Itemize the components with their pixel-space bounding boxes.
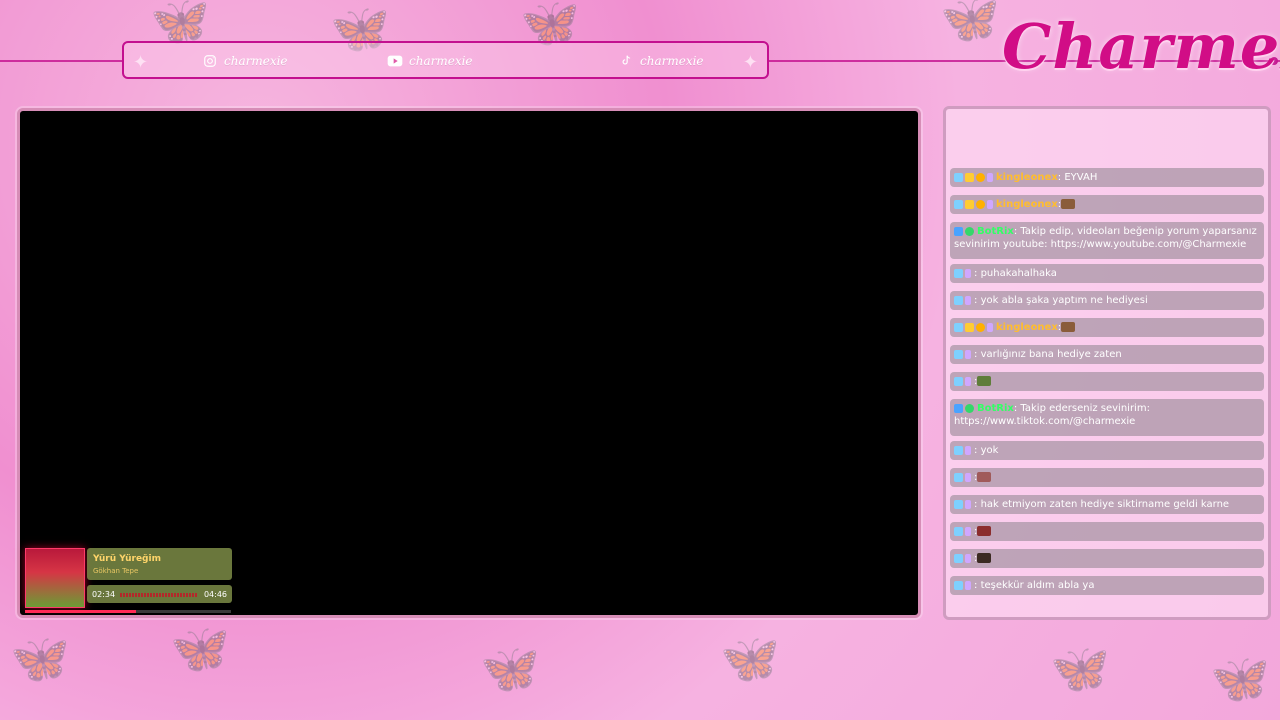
chat-message: : varlığınız bana hediye zaten <box>950 345 1264 364</box>
badges <box>954 445 971 455</box>
chat-message: : yok abla şaka yaptım ne hediyesi <box>950 291 1264 310</box>
social-handle: charmexie <box>640 54 704 68</box>
chat-text: puhakahalhaka <box>980 268 1057 279</box>
butterfly-icon: 🦋 <box>940 0 1000 47</box>
chat-text: yok abla şaka yaptım ne hediyesi <box>980 295 1148 306</box>
emote-icon <box>977 472 992 482</box>
chat-message: : hak etmiyom zaten hediye siktirname ge… <box>950 495 1264 514</box>
chat-message: : <box>950 522 1264 541</box>
chat-message: : teşekkür aldım abla ya <box>950 576 1264 595</box>
chat-username: kingleonex <box>996 172 1058 183</box>
chat-panel: kingleonex: EYVAH kingleonex: BotRix: Ta… <box>943 106 1271 620</box>
chat-message: kingleonex: <box>950 318 1264 337</box>
chat-text: EYVAH <box>1064 172 1098 183</box>
chat-text: teşekkür aldım abla ya <box>980 580 1095 591</box>
instagram-icon <box>202 53 218 69</box>
badges <box>954 295 971 305</box>
track-artist: Gökhan Tepe <box>93 567 139 575</box>
social-instagram[interactable]: charmexie <box>202 53 288 69</box>
now-playing-widget: Yürü Yüreğim Gökhan Tepe 02:34 04:46 <box>25 548 235 614</box>
chat-username: kingleonex <box>996 199 1058 210</box>
track-time-bar: 02:34 04:46 <box>87 585 232 603</box>
badges <box>954 472 971 482</box>
chat-username: BotRix <box>977 403 1014 414</box>
total-duration: 04:46 <box>203 590 227 599</box>
badges <box>954 553 971 563</box>
emote-icon <box>1061 322 1076 332</box>
chat-username: kingleonex <box>996 322 1058 333</box>
badges <box>954 526 971 536</box>
social-handle: charmexie <box>224 54 288 68</box>
butterfly-icon: ✦ <box>133 52 149 73</box>
chat-text: varlığınız bana hediye zaten <box>980 349 1122 360</box>
tiktok-icon <box>618 53 634 69</box>
badges <box>954 226 974 236</box>
chat-message: : <box>950 372 1264 391</box>
emote-icon <box>977 553 992 563</box>
butterfly-icon: 🦋 <box>170 621 230 677</box>
emote-icon <box>977 376 992 386</box>
butterfly-icon: 🦋 <box>10 631 70 687</box>
badges <box>954 499 971 509</box>
badges <box>954 403 974 413</box>
social-handle: charmexie <box>409 54 473 68</box>
youtube-icon <box>387 53 403 69</box>
badges <box>954 580 971 590</box>
badges <box>954 376 971 386</box>
badges <box>954 199 993 209</box>
emote-icon <box>977 526 992 536</box>
social-tiktok[interactable]: charmexie <box>618 53 704 69</box>
chat-message: : puhakahalhaka <box>950 264 1264 283</box>
butterfly-icon: 🦋 <box>720 631 780 687</box>
top-rule-left <box>0 60 122 62</box>
chat-message: : <box>950 468 1264 487</box>
butterfly-icon: ✦ <box>742 52 758 73</box>
track-info: Yürü Yüreğim Gökhan Tepe <box>87 548 232 580</box>
chat-message: BotRix: Takip edip, videoları beğenip yo… <box>950 222 1264 259</box>
chat-text: yok <box>980 445 999 456</box>
badges <box>954 268 971 278</box>
chat-message: : yok <box>950 441 1264 460</box>
chat-message: BotRix: Takip ederseniz sevinirim: https… <box>950 399 1264 436</box>
badges <box>954 349 971 359</box>
stream-video-area <box>17 108 921 618</box>
badges <box>954 322 993 332</box>
butterfly-icon: 🦋 <box>1050 641 1110 697</box>
track-title: Yürü Yüreğim <box>93 554 161 564</box>
butterfly-icon: 🦋 <box>1210 651 1270 707</box>
track-progress <box>25 610 231 613</box>
chat-message: : <box>950 549 1264 568</box>
chat-text: hak etmiyom zaten hediye siktirname geld… <box>980 499 1230 510</box>
butterfly-icon: 🦋 <box>480 641 540 697</box>
chat-message: kingleonex: <box>950 195 1264 214</box>
social-youtube[interactable]: charmexie <box>387 53 473 69</box>
elapsed-time: 02:34 <box>92 590 116 599</box>
track-progress-fill <box>25 610 137 613</box>
emote-icon <box>1061 199 1076 209</box>
social-bar: ✦ ✦ charmexie charmexie charmexie <box>122 41 769 79</box>
waveform <box>120 593 198 597</box>
brand-logo: Charmexie <box>1002 10 1280 83</box>
chat-username: BotRix <box>977 226 1014 237</box>
album-cover <box>25 548 85 608</box>
badges <box>954 172 993 182</box>
chat-message: kingleonex: EYVAH <box>950 168 1264 187</box>
